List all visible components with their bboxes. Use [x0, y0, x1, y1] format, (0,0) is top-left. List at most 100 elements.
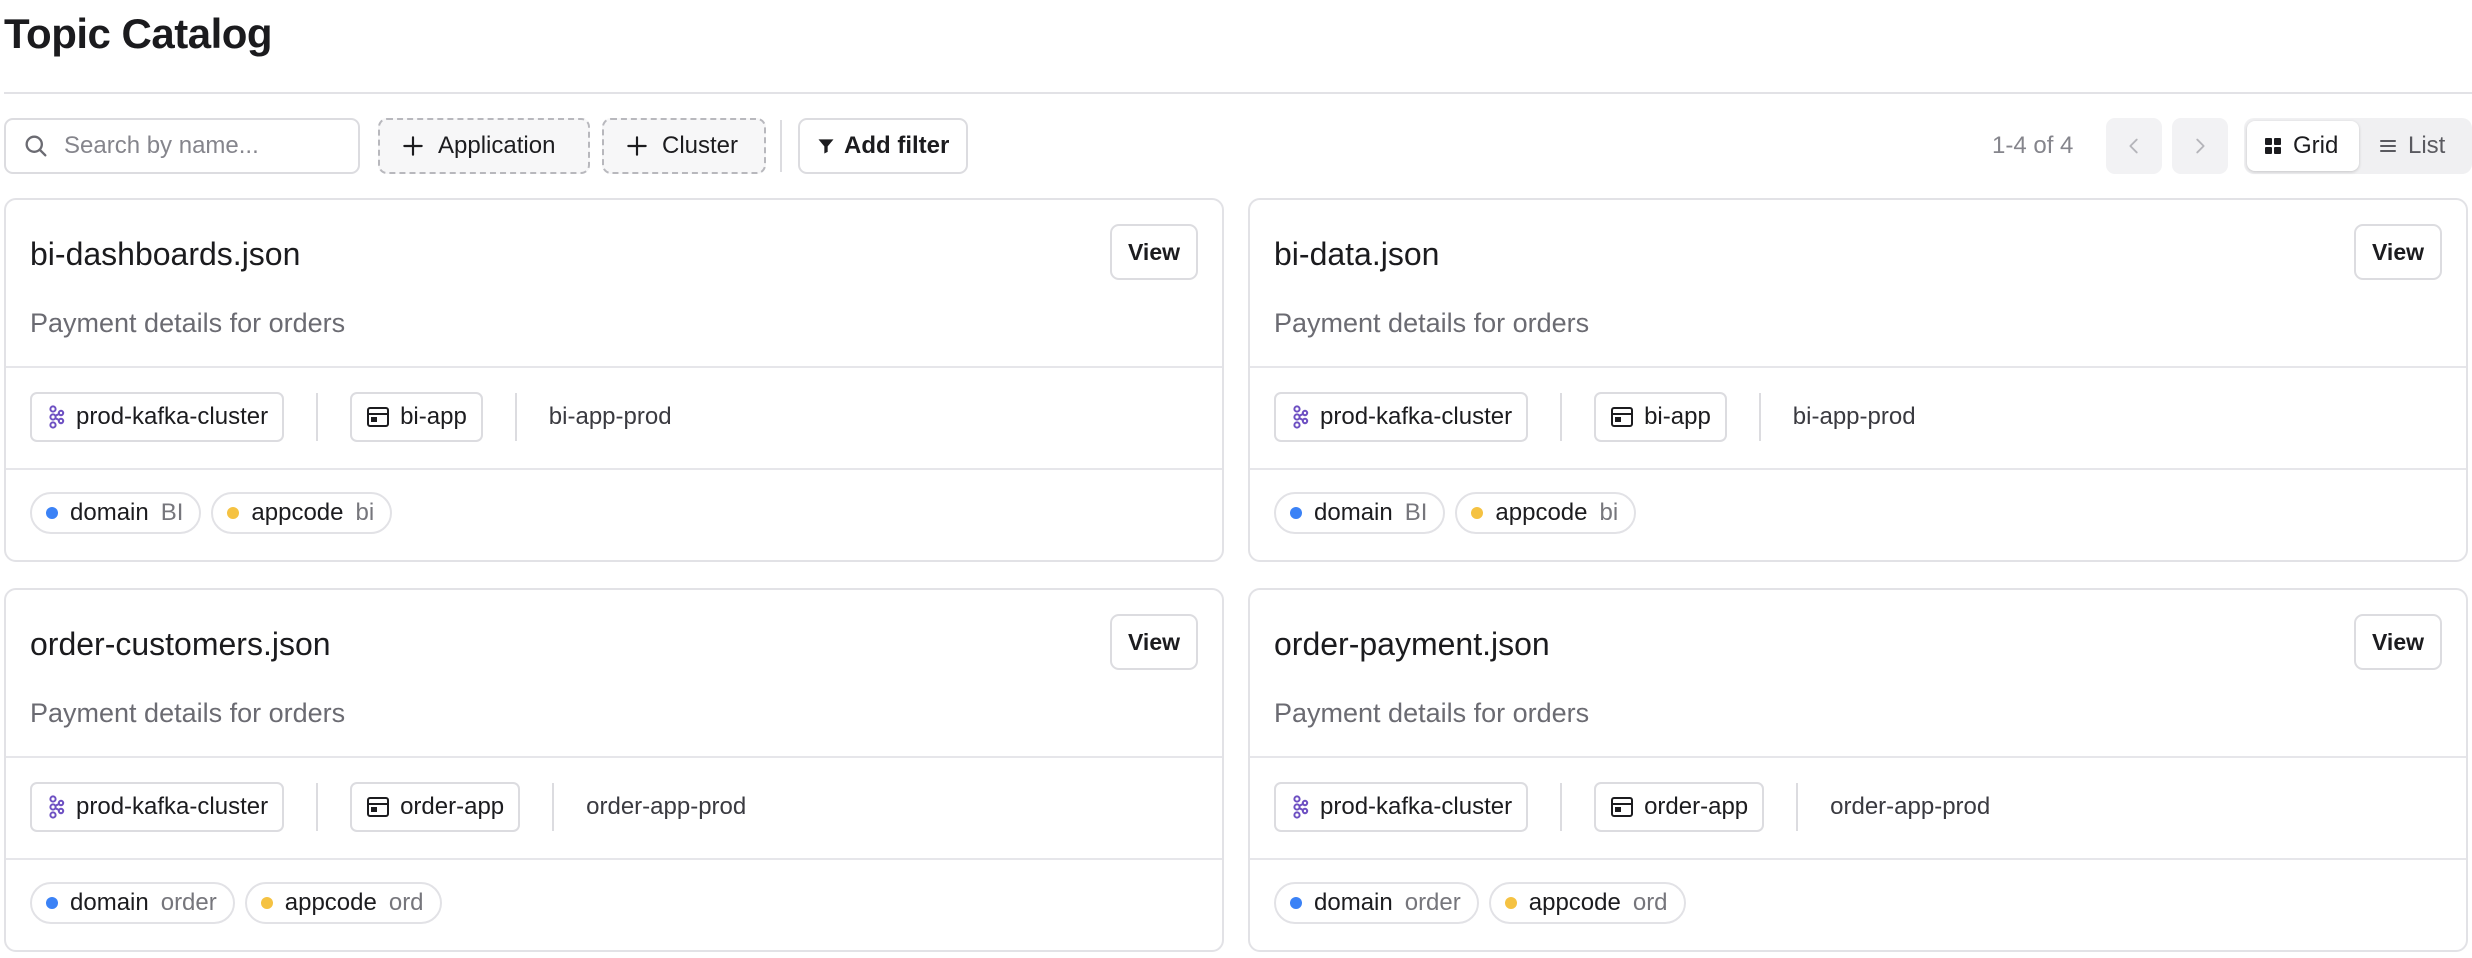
yellow-dot-icon [260, 897, 273, 909]
resource-divider [1560, 783, 1563, 831]
label-pill: appcode bi [1455, 492, 1637, 534]
cluster-chip[interactable]: prod-kafka-cluster [30, 392, 285, 442]
chevron-right-icon [2196, 138, 2205, 154]
label-pill: domain BI [1274, 492, 1446, 534]
app-window-icon [367, 797, 390, 817]
topic-description: Payment details for orders [30, 698, 346, 728]
cluster-name: prod-kafka-cluster [1320, 793, 1513, 820]
view-button[interactable]: View [1110, 224, 1198, 280]
kafka-icon [1293, 405, 1309, 429]
topic-card: order-payment.json View Payment details … [1248, 588, 2468, 952]
view-button[interactable]: View [2354, 614, 2442, 670]
plus-icon [403, 136, 423, 156]
label-row: domain BI appcode bi [1274, 492, 1646, 534]
search-input[interactable] [64, 132, 344, 160]
application-name: order-app [400, 793, 505, 820]
label-value: bi [1599, 499, 1619, 526]
environment-name: order-app-prod [1830, 793, 1991, 820]
grid-view-label: Grid [2293, 132, 2339, 159]
application-chip[interactable]: bi-app [1594, 392, 1727, 442]
card-divider [1250, 366, 2466, 368]
resource-divider [514, 393, 517, 441]
application-name: order-app [1644, 793, 1749, 820]
label-key: appcode [1528, 889, 1621, 916]
topic-card: bi-dashboards.json View Payment details … [4, 198, 1224, 562]
label-value: order [1404, 889, 1461, 916]
list-view-button[interactable]: List [2364, 121, 2469, 171]
yellow-dot-icon [1504, 897, 1517, 909]
chevron-left-icon [2129, 138, 2138, 154]
app-window-icon [367, 407, 390, 427]
label-row: domain order appcode ord [30, 882, 452, 924]
label-key: domain [70, 889, 149, 916]
plus-icon [627, 136, 647, 156]
previous-page-button[interactable] [2106, 118, 2162, 174]
application-chip[interactable]: bi-app [350, 392, 483, 442]
topic-description: Payment details for orders [1274, 698, 1590, 728]
blue-dot-icon [1290, 897, 1302, 909]
kafka-icon [49, 405, 65, 429]
resource-divider [316, 783, 319, 831]
application-filter-button[interactable]: Application [378, 118, 590, 174]
topic-description: Payment details for orders [1274, 308, 1590, 338]
blue-dot-icon [46, 897, 58, 909]
label-value: bi [355, 499, 375, 526]
cluster-chip[interactable]: prod-kafka-cluster [30, 782, 285, 832]
resource-row: prod-kafka-cluster bi-app bi-app-prod [1274, 392, 1916, 442]
title-divider [4, 92, 2472, 94]
grid-view-button[interactable]: Grid [2247, 121, 2359, 171]
label-key: domain [70, 499, 149, 526]
resource-divider [1560, 393, 1563, 441]
resource-row: prod-kafka-cluster order-app order-app-p… [30, 782, 746, 832]
pagination-count: 1-4 of 4 [1992, 132, 2074, 159]
resource-divider [316, 393, 319, 441]
view-button[interactable]: View [1110, 614, 1198, 670]
topic-name: order-customers.json [30, 626, 331, 662]
add-filter-label: Add filter [844, 132, 950, 159]
label-key: appcode [284, 889, 377, 916]
application-filter-label: Application [438, 132, 556, 159]
label-value: BI [1404, 499, 1428, 526]
cluster-name: prod-kafka-cluster [76, 403, 269, 430]
label-pill: domain order [30, 882, 235, 924]
resource-divider [552, 783, 555, 831]
topic-card: order-customers.json View Payment detail… [4, 588, 1224, 952]
funnel-icon [818, 139, 834, 154]
search-icon [25, 135, 47, 157]
view-toggle: Grid List [2244, 118, 2472, 174]
label-row: domain BI appcode bi [30, 492, 402, 534]
topic-name: order-payment.json [1274, 626, 1550, 662]
label-value: ord [1632, 889, 1668, 916]
application-chip[interactable]: order-app [1594, 782, 1765, 832]
list-view-label: List [2408, 132, 2446, 159]
cluster-name: prod-kafka-cluster [76, 793, 269, 820]
grid-icon [2265, 138, 2281, 154]
application-name: bi-app [400, 403, 467, 430]
topic-description: Payment details for orders [30, 308, 346, 338]
cluster-chip[interactable]: prod-kafka-cluster [1274, 782, 1529, 832]
label-value: order [160, 889, 217, 916]
label-pill: domain BI [30, 492, 202, 534]
card-divider [6, 468, 1222, 470]
label-key: domain [1314, 499, 1393, 526]
next-page-button[interactable] [2172, 118, 2228, 174]
cluster-chip[interactable]: prod-kafka-cluster [1274, 392, 1529, 442]
cluster-filter-button[interactable]: Cluster [602, 118, 766, 174]
card-divider [6, 858, 1222, 860]
application-chip[interactable]: order-app [350, 782, 521, 832]
toolbar: Application Cluster Add filter 1-4 of 4 … [4, 118, 2472, 174]
resource-divider [1796, 783, 1799, 831]
label-key: domain [1314, 889, 1393, 916]
blue-dot-icon [1290, 507, 1302, 519]
label-key: appcode [1495, 499, 1588, 526]
card-divider [6, 366, 1222, 368]
yellow-dot-icon [227, 507, 240, 519]
label-key: appcode [251, 499, 344, 526]
add-filter-button[interactable]: Add filter [798, 118, 968, 174]
card-divider [1250, 756, 2466, 758]
card-divider [1250, 468, 2466, 470]
view-button[interactable]: View [2354, 224, 2442, 280]
search-box[interactable] [4, 118, 360, 174]
app-window-icon [1611, 407, 1634, 427]
environment-name: bi-app-prod [1792, 403, 1916, 430]
